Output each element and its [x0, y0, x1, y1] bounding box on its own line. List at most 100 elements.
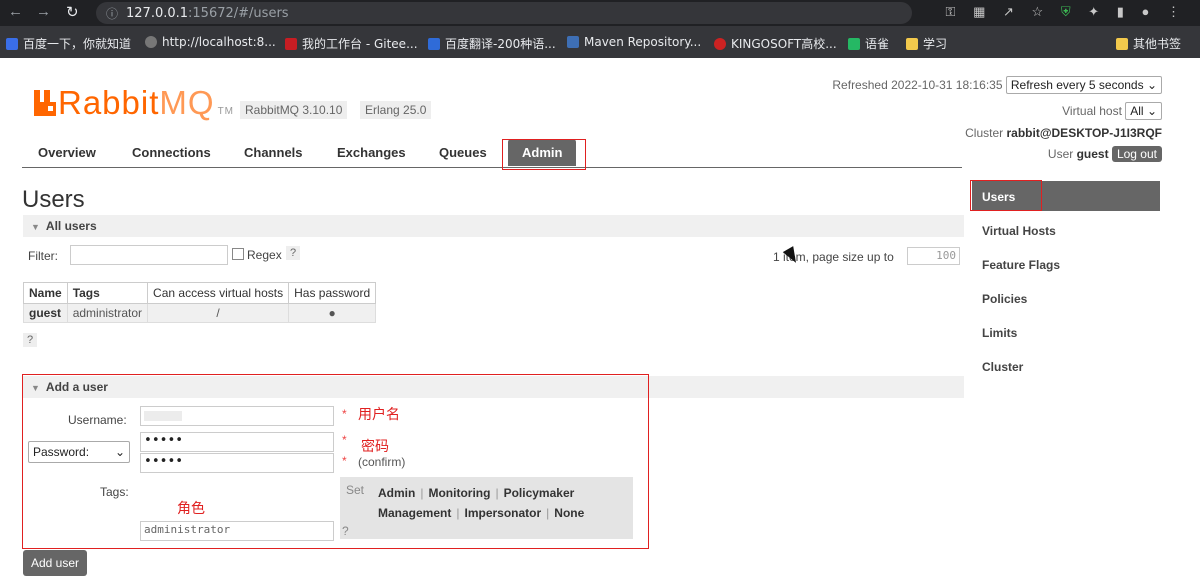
- col-vhosts: Can access virtual hosts: [147, 282, 290, 304]
- tab-connections[interactable]: Connections: [132, 145, 211, 160]
- highlight-users-item: [970, 180, 1042, 211]
- col-name[interactable]: Name: [23, 282, 68, 304]
- tab-exchanges[interactable]: Exchanges: [337, 145, 406, 160]
- logout-button[interactable]: Log out: [1111, 146, 1162, 162]
- bookmark-folder-study[interactable]: 学习: [906, 35, 947, 52]
- tab-divider: [22, 167, 962, 168]
- tag-link-none[interactable]: None: [554, 506, 584, 520]
- regex-help[interactable]: ?: [286, 246, 301, 260]
- add-user-button[interactable]: Add user: [23, 550, 87, 576]
- tag-links: Admin | Monitoring | Policymaker Management |…: [378, 486, 585, 520]
- bookmark-folder-other[interactable]: 其他书签: [1116, 35, 1181, 52]
- user-password-cell: ●: [288, 303, 377, 323]
- filter-label: Filter:: [28, 249, 58, 263]
- annotation-password: 密码: [361, 439, 389, 455]
- bookmark-fanyi[interactable]: 百度翻译-200种语...: [428, 35, 556, 52]
- key-icon[interactable]: ⚿: [946, 4, 956, 19]
- regex-option[interactable]: Regex: [232, 248, 282, 262]
- translate-icon[interactable]: ▦: [973, 4, 985, 19]
- refresh-select[interactable]: Refresh every 5 seconds ⌄: [1005, 76, 1162, 94]
- reload-icon[interactable]: ↻: [66, 3, 79, 21]
- sidebar-item-feature-flags[interactable]: Feature Flags: [982, 258, 1060, 272]
- all-users-header[interactable]: ▼ All users: [23, 215, 964, 237]
- tab-queues[interactable]: Queues: [439, 145, 487, 160]
- tag-link-admin[interactable]: Admin: [378, 486, 415, 500]
- tags-help[interactable]: ?: [342, 524, 349, 538]
- erlang-version: Erlang 25.0: [360, 101, 432, 119]
- bookmark-kingosoft[interactable]: KINGOSOFT高校...: [714, 35, 837, 52]
- tags-preset-panel: Set Admin | Monitoring | Policymaker Managem…: [340, 477, 633, 539]
- profile-icon[interactable]: ●: [1142, 4, 1150, 19]
- extensions-icon[interactable]: ✦: [1088, 4, 1099, 19]
- shield-icon[interactable]: ⛨: [1061, 4, 1071, 19]
- password-input[interactable]: •••••: [140, 432, 334, 452]
- sidepanel-icon[interactable]: ▮: [1117, 4, 1124, 19]
- col-tags[interactable]: Tags: [66, 282, 149, 304]
- cluster-status: Cluster rabbit@DESKTOP-J1I3RQF: [965, 126, 1162, 140]
- share-icon[interactable]: ↗: [1003, 4, 1014, 19]
- collapse-triangle-icon: ▼: [31, 222, 40, 232]
- password-required: *: [342, 433, 347, 447]
- forward-icon[interactable]: →: [36, 3, 51, 20]
- info-icon[interactable]: ⓘ: [106, 5, 118, 22]
- sidebar-item-cluster[interactable]: Cluster: [982, 360, 1023, 374]
- browser-toolbar: ← → ↻ ⓘ 127.0.0.1:15672/#/users ⚿ ▦ ↗ ☆ …: [0, 0, 1200, 26]
- tag-link-policymaker[interactable]: Policymaker: [504, 486, 575, 500]
- confirm-label: (confirm): [358, 455, 406, 469]
- password-select[interactable]: Password: ⌄: [28, 441, 130, 463]
- current-user: guest: [1076, 147, 1109, 161]
- rabbit-logo-icon: [34, 90, 56, 116]
- bookmark-localhost[interactable]: http://localhost:8...: [145, 35, 276, 49]
- back-icon[interactable]: ←: [8, 3, 23, 20]
- vhost-status: Virtual host All ⌄: [1062, 102, 1162, 120]
- password-confirm-input[interactable]: •••••: [140, 453, 334, 473]
- col-password: Has password: [288, 282, 377, 304]
- star-icon[interactable]: ☆: [1032, 4, 1044, 19]
- refresh-status: Refreshed 2022-10-31 18:16:35 Refresh ev…: [832, 76, 1162, 94]
- regex-checkbox[interactable]: [232, 248, 244, 260]
- table-row[interactable]: guest administrator / ●: [23, 303, 377, 323]
- username-label: Username:: [68, 413, 127, 427]
- menu-icon[interactable]: ⋮: [1167, 4, 1180, 19]
- confirm-required: *: [342, 454, 347, 468]
- sidebar-item-limits[interactable]: Limits: [982, 326, 1017, 340]
- cluster-name: rabbit@DESKTOP-J1I3RQF: [1006, 126, 1162, 140]
- vhost-select[interactable]: All ⌄: [1125, 102, 1162, 120]
- bookmark-gitee[interactable]: 我的工作台 - Gitee...: [285, 35, 418, 52]
- highlight-admin-tab: [502, 139, 586, 170]
- bookmark-maven[interactable]: Maven Repository...: [567, 35, 701, 49]
- tab-channels[interactable]: Channels: [244, 145, 303, 160]
- address-bar[interactable]: ⓘ 127.0.0.1:15672/#/users: [96, 2, 912, 24]
- tab-overview[interactable]: Overview: [38, 145, 96, 160]
- tags-input[interactable]: administrator: [140, 521, 334, 541]
- sidebar-item-virtual-hosts[interactable]: Virtual Hosts: [982, 224, 1056, 238]
- username-input[interactable]: [140, 406, 334, 426]
- user-name-cell[interactable]: guest: [23, 303, 68, 323]
- annotation-role: 角色: [177, 501, 205, 517]
- annotation-username: 用户名: [358, 407, 400, 423]
- table-header-row: Name Tags Can access virtual hosts Has p…: [23, 282, 377, 304]
- rabbitmq-version: RabbitMQ 3.10.10: [240, 101, 348, 119]
- user-vhosts-cell: /: [147, 303, 290, 323]
- page-size-input[interactable]: 100: [907, 247, 960, 265]
- table-help[interactable]: ?: [23, 333, 38, 347]
- page-title: Users: [22, 186, 85, 213]
- address-url: 127.0.0.1:15672/#/users: [126, 6, 289, 21]
- sidebar-item-policies[interactable]: Policies: [982, 292, 1027, 306]
- users-table: Name Tags Can access virtual hosts Has p…: [23, 282, 377, 323]
- username-required: *: [342, 407, 347, 421]
- set-label: Set: [346, 483, 365, 497]
- tag-link-impersonator[interactable]: Impersonator: [464, 506, 541, 520]
- bookmarks-bar: 百度一下，你就知道 http://localhost:8... 我的工作台 - …: [0, 26, 1200, 58]
- rabbitmq-logo: RabbitMQ TM: [34, 84, 234, 122]
- bookmark-baidu[interactable]: 百度一下，你就知道: [6, 35, 131, 52]
- chevron-down-icon: ⌄: [114, 445, 125, 459]
- tags-label: Tags:: [100, 485, 129, 499]
- filter-input[interactable]: [70, 245, 228, 265]
- browser-actions: ⚿ ▦ ↗ ☆ ⛨ ✦ ▮ ● ⋮: [932, 4, 1180, 20]
- tag-link-monitoring[interactable]: Monitoring: [428, 486, 490, 500]
- tag-link-management[interactable]: Management: [378, 506, 451, 520]
- username-blurred: [144, 411, 182, 421]
- user-tags-cell: administrator: [66, 303, 149, 323]
- bookmark-yuque[interactable]: 语雀: [848, 35, 889, 52]
